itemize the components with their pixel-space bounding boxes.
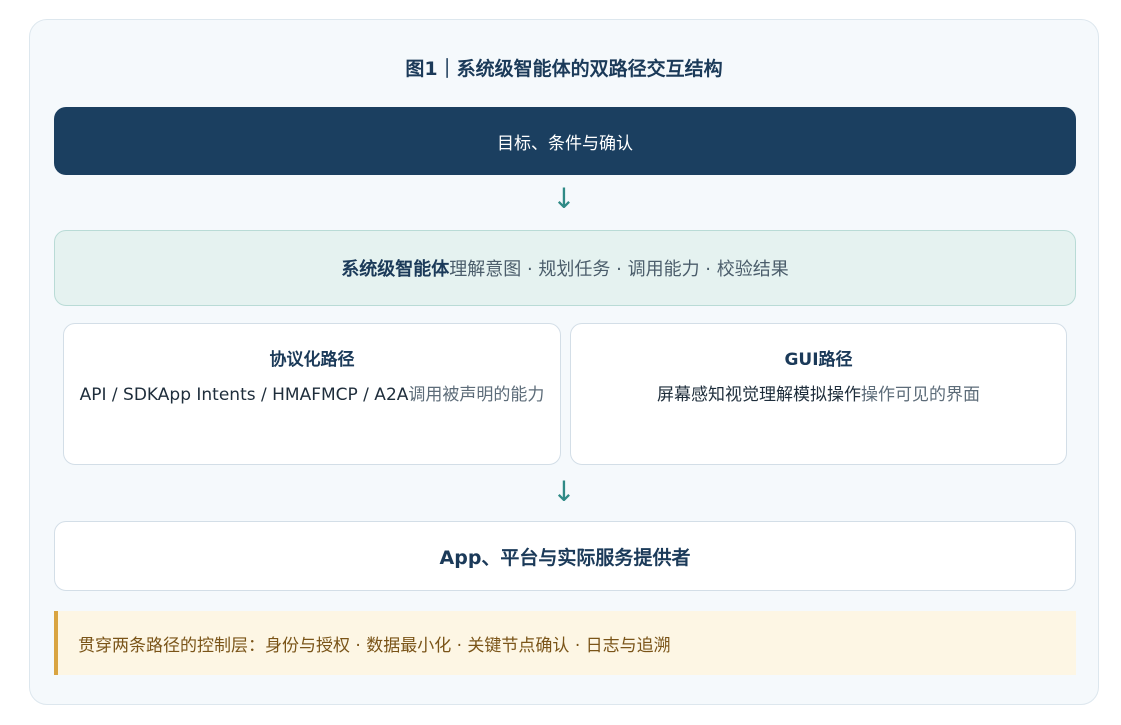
gui-path-items: 屏幕感知视觉理解模拟操作: [657, 385, 861, 405]
protocol-path-title: 协议化路径: [269, 350, 355, 370]
protocol-path-items: API / SDKApp Intents / HMAFMCP / A2A: [79, 385, 409, 405]
protocol-path-box: 协议化路径 API / SDKApp Intents / HMAFMCP / A…: [63, 323, 561, 465]
gui-path-title: GUI路径: [784, 350, 853, 370]
agent-box: 系统级智能体 理解意图 · 规划任务 · 调用能力 · 校验结果: [54, 230, 1076, 306]
protocol-path-description: 调用被声明的能力: [408, 385, 545, 405]
gui-path-description: 操作可见的界面: [861, 385, 980, 405]
gui-path-body: 屏幕感知视觉理解模拟操作操作可见的界面: [585, 378, 1052, 412]
goal-box: 目标、条件与确认: [54, 107, 1076, 175]
control-layer-label: 贯穿两条路径的控制层：身份与授权 · 数据最小化 · 关键节点确认 · 日志与追…: [78, 635, 671, 656]
goal-label: 目标、条件与确认: [497, 133, 633, 154]
down-arrow-icon: ↓: [552, 475, 576, 508]
agent-name: 系统级智能体: [341, 259, 450, 280]
gui-path-box: GUI路径 屏幕感知视觉理解模拟操作操作可见的界面: [570, 323, 1067, 465]
protocol-path-body: API / SDKApp Intents / HMAFMCP / A2A调用被声…: [78, 378, 546, 412]
provider-box: App、平台与实际服务提供者: [54, 521, 1076, 591]
control-layer-box: 贯穿两条路径的控制层：身份与授权 · 数据最小化 · 关键节点确认 · 日志与追…: [54, 611, 1076, 675]
agent-functions: 理解意图 · 规划任务 · 调用能力 · 校验结果: [449, 259, 789, 280]
diagram-card: 图1｜系统级智能体的双路径交互结构 目标、条件与确认 ↓ 系统级智能体 理解意图 …: [29, 19, 1099, 705]
provider-label: App、平台与实际服务提供者: [439, 546, 691, 569]
down-arrow-icon: ↓: [552, 182, 576, 215]
figure-title: 图1｜系统级智能体的双路径交互结构: [405, 58, 723, 80]
